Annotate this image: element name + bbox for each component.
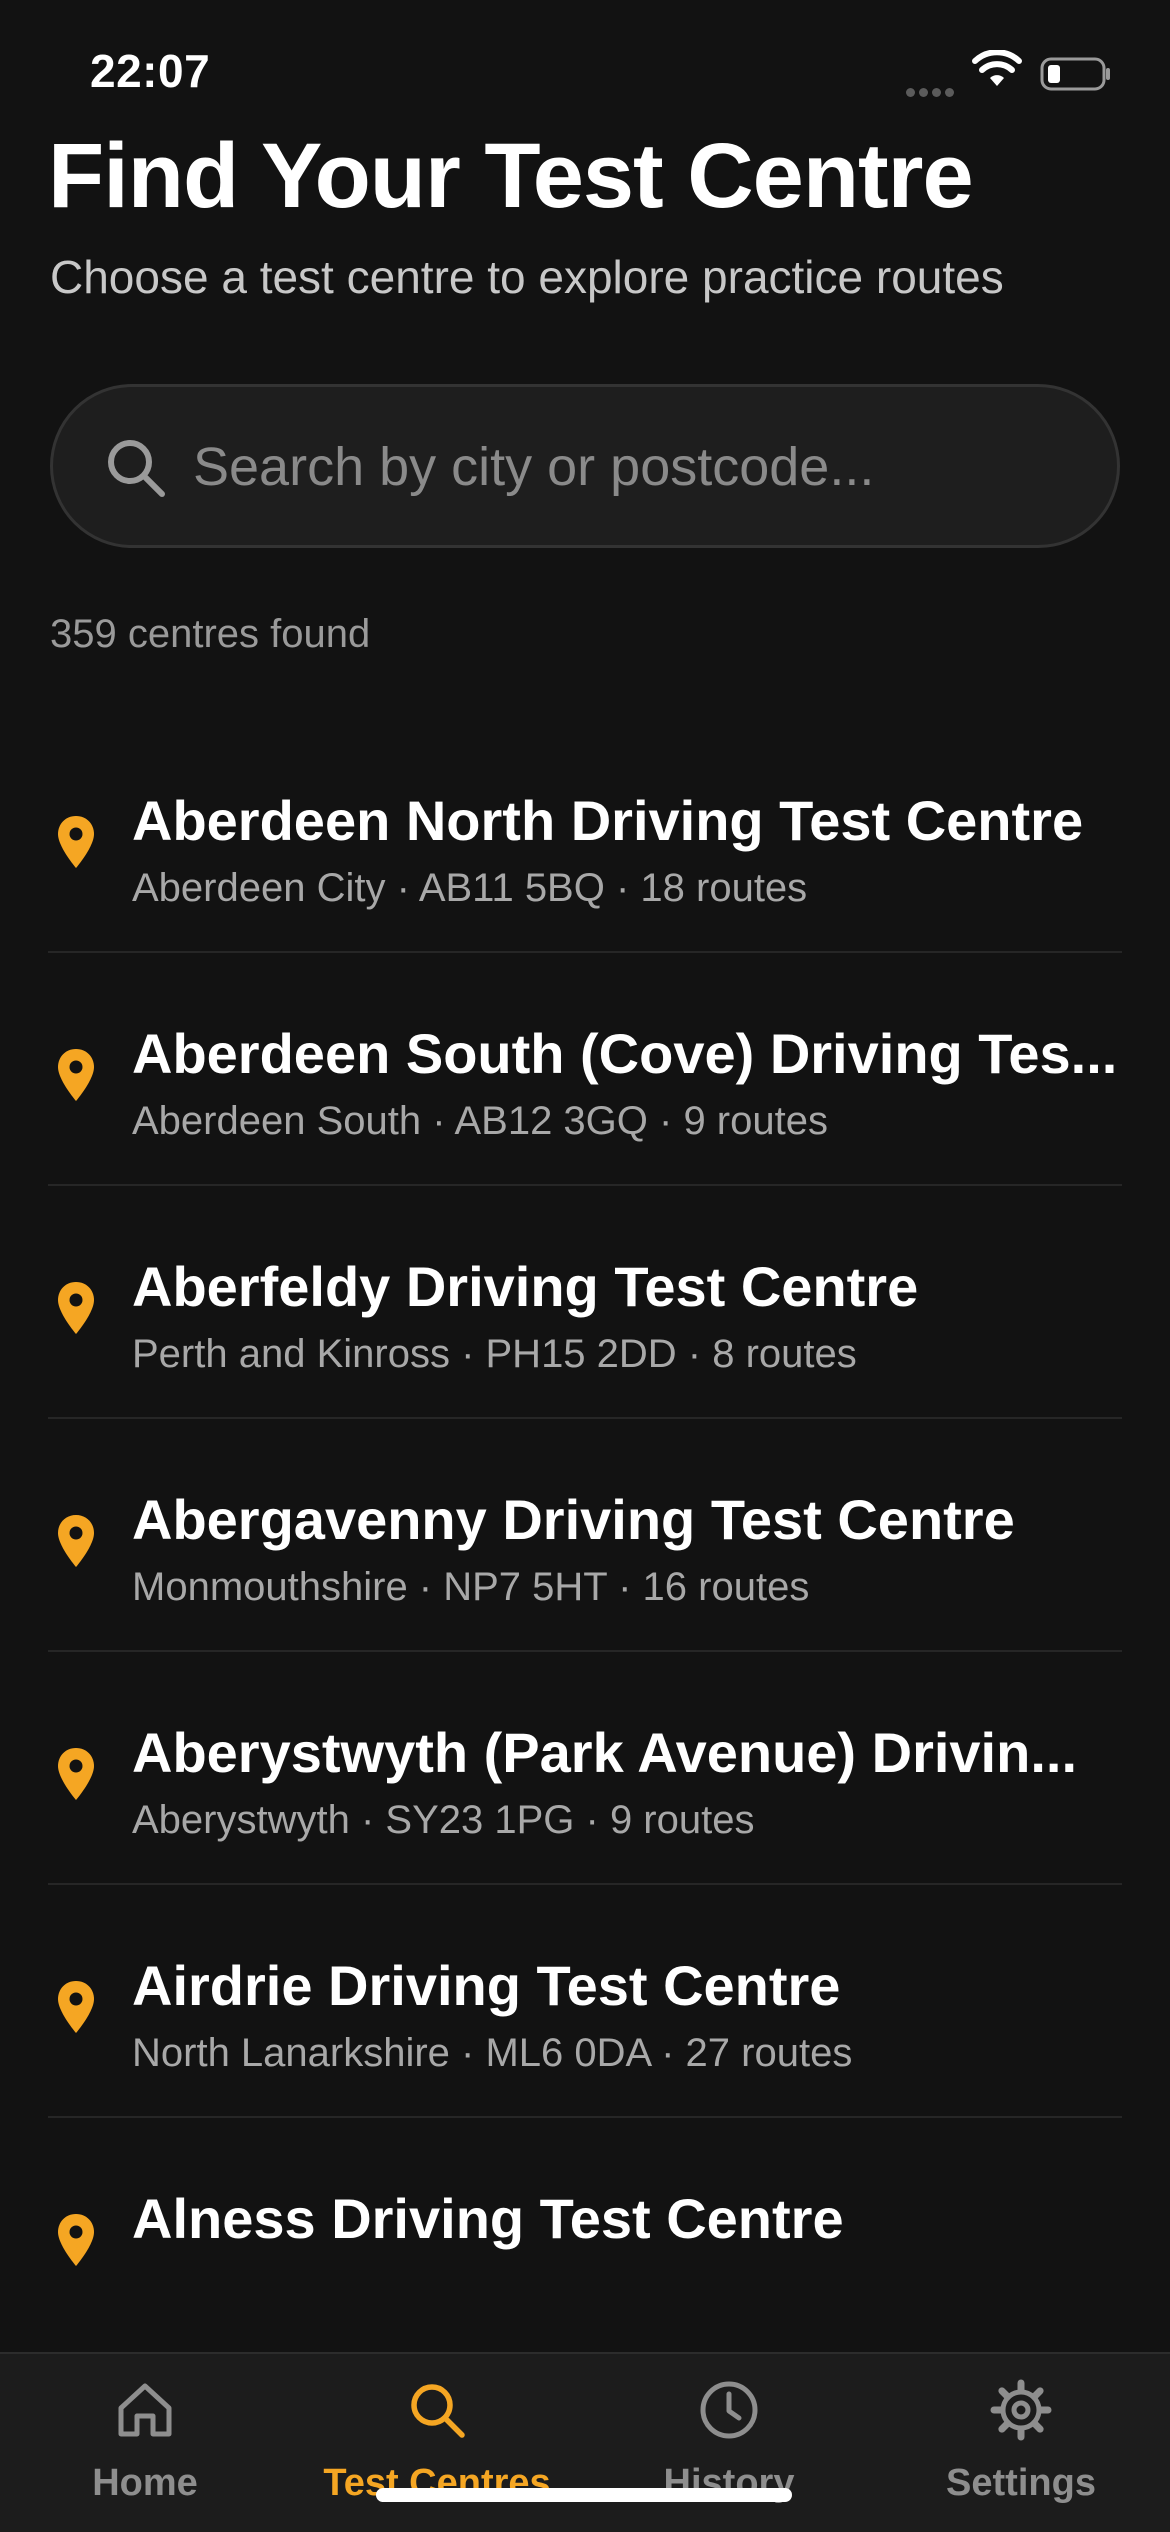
map-pin-icon [58, 1515, 94, 1567]
search-input[interactable] [193, 417, 1073, 517]
search-icon [108, 440, 165, 497]
centre-list-item[interactable]: Aberdeen South (Cove) Driving Tes... Abe… [48, 953, 1122, 1186]
search-bar[interactable] [50, 384, 1120, 548]
tab-label: Home [92, 2462, 198, 2504]
screen: 22:07 Find Your Test Centre Choose a tes… [0, 0, 1170, 2532]
centre-name: Abergavenny Driving Test Centre [132, 1488, 1015, 1551]
gear-icon [990, 2379, 1052, 2441]
result-count: 359 centres found [50, 612, 371, 656]
centre-list-item[interactable]: Alness Driving Test Centre [48, 2118, 1122, 2351]
centre-list-item[interactable]: Aberfeldy Driving Test Centre Perth and … [48, 1186, 1122, 1419]
centre-list-item[interactable]: Abergavenny Driving Test Centre Monmouth… [48, 1419, 1122, 1652]
tab-history[interactable]: History [584, 2354, 874, 2532]
centre-details: Perth and Kinross · PH15 2DD · 8 routes [132, 1332, 857, 1376]
home-icon [118, 2383, 172, 2437]
page-subtitle: Choose a test centre to explore practice… [50, 251, 1004, 303]
map-pin-icon [58, 2214, 94, 2266]
centre-details: North Lanarkshire · ML6 0DA · 27 routes [132, 2031, 853, 2075]
tab-home[interactable]: Home [0, 2354, 290, 2532]
page-title: Find Your Test Centre [48, 125, 974, 227]
map-pin-icon [58, 1981, 94, 2033]
map-pin-icon [58, 1748, 94, 1800]
centre-name: Aberystwyth (Park Avenue) Drivin... [132, 1721, 1077, 1784]
centre-details: Aberdeen City · AB11 5BQ · 18 routes [132, 866, 808, 910]
map-pin-icon [58, 1282, 94, 1334]
tab-test-centres[interactable]: Test Centres [292, 2354, 582, 2532]
centre-details: Monmouthshire · NP7 5HT · 16 routes [132, 1565, 810, 1609]
map-pin-icon [58, 816, 94, 868]
centre-name: Airdrie Driving Test Centre [132, 1954, 841, 2017]
tab-label: Settings [946, 2462, 1096, 2504]
centre-list-item[interactable]: Airdrie Driving Test Centre North Lanark… [48, 1885, 1122, 2118]
tab-bar: Home Test Centres History Settings [0, 2352, 1170, 2532]
centre-name: Alness Driving Test Centre [132, 2187, 844, 2250]
clock-icon [700, 2381, 758, 2439]
tab-settings[interactable]: Settings [876, 2354, 1166, 2532]
centre-list-item[interactable]: Aberdeen North Driving Test Centre Aberd… [48, 720, 1122, 953]
map-pin-icon [58, 1049, 94, 1101]
cellular-signal-icon [906, 84, 958, 97]
home-indicator [376, 2488, 792, 2502]
centre-list-item[interactable]: Aberystwyth (Park Avenue) Drivin... Aber… [48, 1652, 1122, 1885]
battery-icon [1040, 57, 1110, 91]
centre-name: Aberdeen South (Cove) Driving Tes... [132, 1022, 1118, 1085]
centre-details: Aberdeen South · AB12 3GQ · 9 routes [132, 1099, 828, 1143]
search-icon [411, 2384, 465, 2438]
centre-details: Aberystwyth · SY23 1PG · 9 routes [132, 1798, 755, 1842]
centre-name: Aberfeldy Driving Test Centre [132, 1255, 919, 1318]
status-time: 22:07 [90, 45, 211, 97]
centre-list: Aberdeen North Driving Test Centre Aberd… [48, 720, 1122, 2351]
status-bar: 22:07 [0, 0, 1170, 130]
centre-name: Aberdeen North Driving Test Centre [132, 789, 1084, 852]
wifi-icon [972, 50, 1022, 86]
